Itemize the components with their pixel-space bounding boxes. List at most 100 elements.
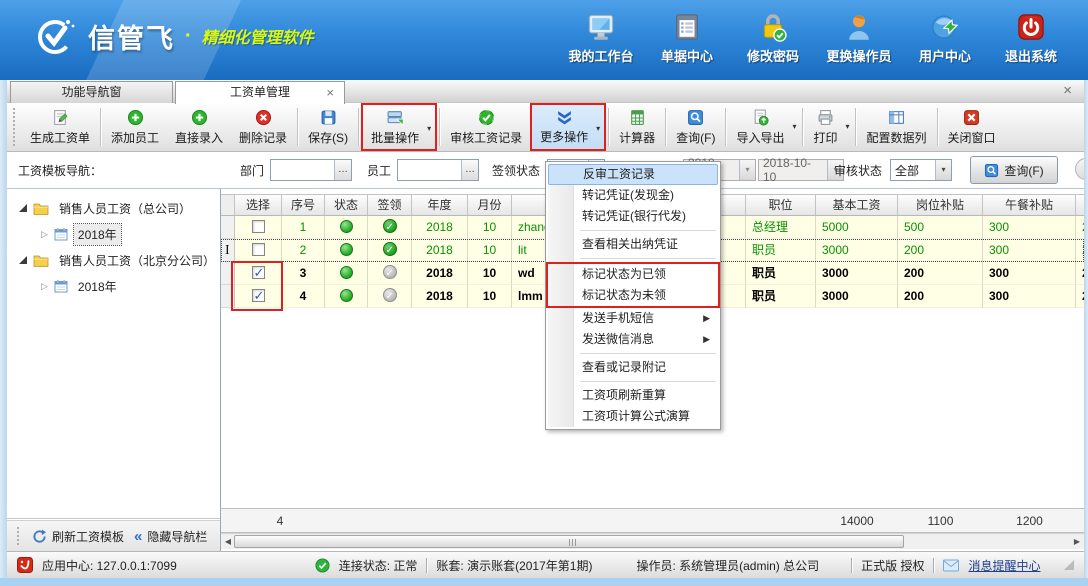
row-checkbox[interactable] bbox=[252, 289, 265, 302]
scrollbar-thumb[interactable] bbox=[234, 535, 904, 548]
dept-input[interactable] bbox=[271, 160, 334, 180]
scroll-left-icon[interactable]: ◀ bbox=[221, 534, 235, 549]
top-navigation: 我的工作台 单据中心 bbox=[558, 10, 1074, 65]
horizontal-scrollbar[interactable]: ◀ ▶ bbox=[221, 533, 1084, 549]
calculator-button[interactable]: 计算器 bbox=[611, 103, 663, 151]
scroll-right-icon[interactable]: ▶ bbox=[1070, 534, 1084, 549]
query-toolbar-button[interactable]: 查询(F) bbox=[668, 103, 723, 151]
employee-lookup-button[interactable]: … bbox=[461, 160, 478, 180]
pane-close-icon[interactable]: × bbox=[1063, 82, 1072, 99]
text-cursor: I bbox=[225, 243, 230, 259]
direct-entry-button[interactable]: 直接录入 bbox=[167, 103, 231, 151]
tree-node-2018-head-office[interactable]: ▷ 2018年 bbox=[41, 222, 121, 246]
menu-item-unaudit-payroll[interactable]: 反审工资记录 bbox=[548, 164, 718, 185]
tree-node-beijing-branch[interactable]: 销售人员工资（北京分公司） bbox=[19, 248, 219, 272]
col-header-year[interactable]: 年度 bbox=[412, 194, 468, 216]
navigator-footer: 刷新工资模板 « 隐藏导航栏 bbox=[7, 520, 220, 551]
month-cell: 10 bbox=[468, 239, 512, 262]
signed-check-icon bbox=[383, 242, 397, 256]
menu-item-post-voucher-bank[interactable]: 转记凭证(银行代发) bbox=[548, 206, 718, 227]
tree-expanded-icon[interactable] bbox=[19, 204, 27, 212]
menu-item-post-voucher-cash[interactable]: 转记凭证(发现金) bbox=[548, 185, 718, 206]
menu-item-mark-as-unsigned[interactable]: 标记状态为未领 bbox=[548, 285, 718, 306]
col-header-base-salary[interactable]: 基本工资 bbox=[816, 194, 898, 216]
audit-status-select[interactable]: 全部 ▾ bbox=[890, 159, 952, 181]
col-header-month[interactable]: 月份 bbox=[468, 194, 512, 216]
menu-separator bbox=[580, 230, 716, 231]
employee-input[interactable] bbox=[398, 160, 461, 180]
delete-cross-icon bbox=[255, 109, 272, 126]
tab-payroll-management[interactable]: 工资单管理 × bbox=[175, 81, 345, 104]
post-allowance-cell: 200 bbox=[898, 239, 983, 262]
workbench-monitor-icon bbox=[586, 12, 616, 42]
col-header-lunch-allowance[interactable]: 午餐补贴 bbox=[983, 194, 1076, 216]
print-button[interactable]: 打印 ▾ bbox=[805, 103, 853, 151]
delete-record-button[interactable]: 删除记录 bbox=[231, 103, 295, 151]
generate-payroll-button[interactable]: 生成工资单 bbox=[22, 103, 98, 151]
col-header-sign[interactable]: 签领 bbox=[368, 194, 412, 216]
menu-item-formula-calculation[interactable]: 工资项计算公式演算 bbox=[548, 406, 718, 427]
col-header-status[interactable]: 状态 bbox=[325, 194, 368, 216]
nav-my-workbench[interactable]: 我的工作台 bbox=[558, 10, 644, 65]
col-header-position[interactable]: 职位 bbox=[746, 194, 816, 216]
month-cell: 10 bbox=[468, 285, 512, 308]
tree-node-label: 2018年 bbox=[74, 224, 121, 245]
row-checkbox[interactable] bbox=[252, 243, 265, 256]
brand-logo-icon bbox=[34, 14, 78, 58]
close-window-button[interactable]: 关闭窗口 bbox=[940, 103, 1004, 151]
configure-columns-button[interactable]: 配置数据列 bbox=[858, 103, 934, 151]
dept-label: 部门 bbox=[240, 162, 264, 179]
row-checkbox[interactable] bbox=[252, 220, 265, 233]
totals-empty bbox=[325, 508, 368, 533]
totals-post-allowance: 1100 bbox=[898, 508, 983, 533]
col-header-post-allowance[interactable]: 岗位补贴 bbox=[898, 194, 983, 216]
menu-item-view-cashier-voucher[interactable]: 查看相关出纳凭证 bbox=[548, 234, 718, 255]
nav-document-center[interactable]: 单据中心 bbox=[644, 10, 730, 65]
app-logo-icon bbox=[17, 557, 33, 573]
table-corner bbox=[221, 194, 235, 216]
post-allowance-cell: 200 bbox=[898, 285, 983, 308]
status-separator bbox=[933, 558, 934, 573]
add-employee-button[interactable]: 添加员工 bbox=[103, 103, 167, 151]
tree-collapsed-icon[interactable]: ▷ bbox=[41, 229, 48, 240]
menu-item-recalculate-items[interactable]: 工资项刷新重算 bbox=[548, 385, 718, 406]
menu-item-mark-as-signed[interactable]: 标记状态为已领 bbox=[548, 264, 718, 285]
menu-item-send-wechat[interactable]: 发送微信消息 ▶ bbox=[548, 329, 718, 350]
col-header-select[interactable]: 选择 bbox=[235, 194, 282, 216]
nav-change-password[interactable]: 修改密码 bbox=[730, 10, 816, 65]
tree-node-head-office[interactable]: 销售人员工资（总公司） bbox=[19, 196, 195, 220]
more-operations-button[interactable]: 更多操作 ▾ bbox=[530, 103, 606, 151]
message-center-link[interactable]: 消息提醒中心 bbox=[968, 557, 1040, 574]
nav-user-center[interactable]: 用户中心 bbox=[902, 10, 988, 65]
menu-item-view-notes[interactable]: 查看或记录附记 bbox=[548, 357, 718, 378]
menu-item-send-sms[interactable]: 发送手机短信 ▶ bbox=[548, 308, 718, 329]
tab-close-icon[interactable]: × bbox=[326, 82, 334, 103]
lunch-allowance-cell: 300 bbox=[983, 239, 1076, 262]
toolbar-separator bbox=[725, 108, 726, 146]
audit-payroll-button[interactable]: 审核工资记录 bbox=[442, 103, 530, 151]
batch-operation-button[interactable]: 批量操作 ▾ bbox=[361, 103, 437, 151]
sign-cell bbox=[368, 262, 412, 285]
tree-collapsed-icon[interactable]: ▷ bbox=[41, 281, 48, 292]
date-to-select[interactable]: 2018-10-10 ▾ bbox=[758, 159, 844, 181]
query-button[interactable]: 查询(F) bbox=[970, 156, 1058, 184]
tree-node-2018-beijing[interactable]: ▷ 2018年 bbox=[41, 274, 121, 298]
nav-switch-operator[interactable]: 更换操作员 bbox=[816, 10, 902, 65]
col-header-seq[interactable]: 序号 bbox=[282, 194, 325, 216]
submenu-arrow-icon: ▶ bbox=[703, 329, 710, 350]
nav-exit-system[interactable]: 退出系统 bbox=[988, 10, 1074, 65]
tab-function-navigator[interactable]: 功能导航窗 bbox=[10, 81, 173, 103]
month-cell: 10 bbox=[468, 216, 512, 239]
import-export-icon bbox=[752, 109, 769, 126]
toolbar-separator bbox=[358, 108, 359, 146]
save-button[interactable]: 保存(S) bbox=[300, 103, 356, 151]
refresh-templates-button[interactable]: 刷新工资模板 bbox=[32, 528, 124, 545]
totals-row: 4 14000 1100 1200 8 bbox=[221, 508, 1084, 533]
import-export-button[interactable]: 导入导出 ▾ bbox=[728, 103, 800, 151]
row-checkbox[interactable] bbox=[252, 266, 265, 279]
month-cell: 10 bbox=[468, 262, 512, 285]
resize-grip[interactable] bbox=[1064, 560, 1074, 570]
dept-lookup-button[interactable]: … bbox=[334, 160, 351, 180]
hide-navigator-button[interactable]: « 隐藏导航栏 bbox=[134, 528, 207, 545]
tree-expanded-icon[interactable] bbox=[19, 256, 27, 264]
